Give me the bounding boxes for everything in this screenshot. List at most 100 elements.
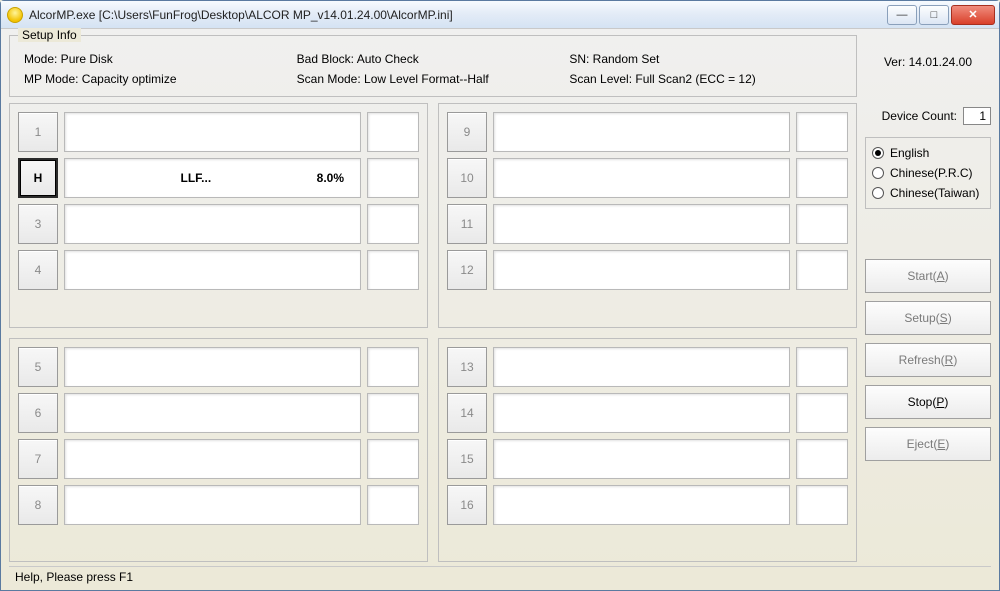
slot-11: 11 <box>447 204 848 244</box>
setup-info-group: Setup Info Mode: Pure Disk Bad Block: Au… <box>9 35 857 97</box>
slot-status-3 <box>64 204 361 244</box>
slot-16: 16 <box>447 485 848 525</box>
slot-button-11[interactable]: 11 <box>447 204 487 244</box>
setup-button[interactable]: Setup(S) <box>865 301 991 335</box>
slot-side-6 <box>367 393 419 433</box>
slot-15: 15 <box>447 439 848 479</box>
slot-status-11 <box>493 204 790 244</box>
slot-button-4[interactable]: 4 <box>18 250 58 290</box>
slot-status-2: LLF... 8.0% <box>64 158 361 198</box>
radio-chinese-taiwan-label: Chinese(Taiwan) <box>890 186 979 200</box>
slot-status-7 <box>64 439 361 479</box>
radio-english-label: English <box>890 146 929 160</box>
eject-button[interactable]: Eject(E) <box>865 427 991 461</box>
slot-status-6 <box>64 393 361 433</box>
slot-button-3[interactable]: 3 <box>18 204 58 244</box>
slot-10: 10 <box>447 158 848 198</box>
minimize-button[interactable]: — <box>887 5 917 25</box>
radio-chinese-taiwan[interactable]: Chinese(Taiwan) <box>872 186 984 200</box>
slot-side-7 <box>367 439 419 479</box>
slot-side-10 <box>796 158 848 198</box>
slot-button-10[interactable]: 10 <box>447 158 487 198</box>
slot-button-15[interactable]: 15 <box>447 439 487 479</box>
device-pane-4: 13 14 15 <box>438 338 857 563</box>
slot-side-11 <box>796 204 848 244</box>
slot-button-9[interactable]: 9 <box>447 112 487 152</box>
slot-2: H LLF... 8.0% <box>18 158 419 198</box>
refresh-button[interactable]: Refresh(R) <box>865 343 991 377</box>
slot-pct-2: 8.0% <box>317 171 350 185</box>
window-title: AlcorMP.exe [C:\Users\FunFrog\Desktop\AL… <box>29 8 881 22</box>
slot-button-6[interactable]: 6 <box>18 393 58 433</box>
slot-9: 9 <box>447 112 848 152</box>
slot-button-8[interactable]: 8 <box>18 485 58 525</box>
slot-side-2 <box>367 158 419 198</box>
slot-3: 3 <box>18 204 419 244</box>
setup-info-legend: Setup Info <box>18 28 81 42</box>
slot-side-4 <box>367 250 419 290</box>
slot-status-4 <box>64 250 361 290</box>
slot-status-text-2: LLF... <box>75 171 317 185</box>
close-button[interactable]: ✕ <box>951 5 995 25</box>
radio-chinese-prc-label: Chinese(P.R.C) <box>890 166 972 180</box>
slot-side-15 <box>796 439 848 479</box>
mpmode-label: MP Mode: Capacity optimize <box>24 72 297 86</box>
slot-button-2[interactable]: H <box>18 158 58 198</box>
slot-14: 14 <box>447 393 848 433</box>
slot-status-10 <box>493 158 790 198</box>
slot-side-9 <box>796 112 848 152</box>
slot-13: 13 <box>447 347 848 387</box>
mode-label: Mode: Pure Disk <box>24 52 297 66</box>
radio-dot-icon <box>872 187 884 199</box>
slot-5: 5 <box>18 347 419 387</box>
device-pane-3: 5 6 7 <box>9 338 428 563</box>
slot-side-3 <box>367 204 419 244</box>
badblock-label: Bad Block: Auto Check <box>297 52 570 66</box>
radio-english[interactable]: English <box>872 146 984 160</box>
start-button[interactable]: Start(A) <box>865 259 991 293</box>
slot-8: 8 <box>18 485 419 525</box>
slot-status-14 <box>493 393 790 433</box>
version-label: Ver: 14.01.24.00 <box>865 55 991 69</box>
slot-button-14[interactable]: 14 <box>447 393 487 433</box>
radio-chinese-prc[interactable]: Chinese(P.R.C) <box>872 166 984 180</box>
status-bar-text: Help, Please press F1 <box>15 570 133 584</box>
slot-status-9 <box>493 112 790 152</box>
slot-side-5 <box>367 347 419 387</box>
slot-status-13 <box>493 347 790 387</box>
slot-4: 4 <box>18 250 419 290</box>
slot-side-16 <box>796 485 848 525</box>
device-count-value: 1 <box>963 107 991 125</box>
slot-button-5[interactable]: 5 <box>18 347 58 387</box>
status-bar: Help, Please press F1 <box>9 566 991 586</box>
slot-side-1 <box>367 112 419 152</box>
device-count-label: Device Count: <box>882 109 957 123</box>
app-icon <box>7 7 23 23</box>
slot-7: 7 <box>18 439 419 479</box>
slot-button-12[interactable]: 12 <box>447 250 487 290</box>
slot-side-14 <box>796 393 848 433</box>
stop-button[interactable]: Stop(P) <box>865 385 991 419</box>
device-count: Device Count: 1 <box>865 107 991 125</box>
scanlevel-label: Scan Level: Full Scan2 (ECC = 12) <box>569 72 842 86</box>
slot-status-12 <box>493 250 790 290</box>
language-group: English Chinese(P.R.C) Chinese(Taiwan) <box>865 137 991 209</box>
slot-button-13[interactable]: 13 <box>447 347 487 387</box>
app-window: AlcorMP.exe [C:\Users\FunFrog\Desktop\AL… <box>0 0 1000 591</box>
slot-button-7[interactable]: 7 <box>18 439 58 479</box>
slot-status-1 <box>64 112 361 152</box>
maximize-button[interactable]: □ <box>919 5 949 25</box>
slot-status-16 <box>493 485 790 525</box>
slot-button-16[interactable]: 16 <box>447 485 487 525</box>
slot-side-12 <box>796 250 848 290</box>
sn-label: SN: Random Set <box>569 52 842 66</box>
device-pane-2: 9 10 11 <box>438 103 857 328</box>
slot-button-1[interactable]: 1 <box>18 112 58 152</box>
titlebar[interactable]: AlcorMP.exe [C:\Users\FunFrog\Desktop\AL… <box>1 1 999 29</box>
side-panel: Ver: 14.01.24.00 Device Count: 1 English… <box>865 35 991 562</box>
client-area: Setup Info Mode: Pure Disk Bad Block: Au… <box>1 29 999 590</box>
slot-status-5 <box>64 347 361 387</box>
device-pane-1: 1 H LLF... 8.0% <box>9 103 428 328</box>
slot-1: 1 <box>18 112 419 152</box>
slot-6: 6 <box>18 393 419 433</box>
